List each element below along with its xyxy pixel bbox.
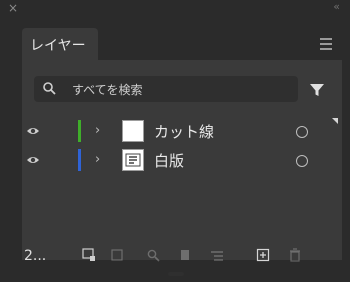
panel-tabbar: レイヤー — [0, 20, 350, 60]
chevron-right-icon[interactable]: › — [95, 123, 100, 138]
panel-titlebar: × « — [0, 0, 350, 20]
new-layer-icon[interactable] — [256, 248, 270, 262]
layer-thumbnail — [122, 120, 144, 142]
layer-color-bar — [78, 120, 81, 142]
search-icon — [43, 82, 56, 95]
collect-export-icon[interactable] — [82, 248, 96, 262]
locate-object-icon[interactable] — [110, 248, 124, 262]
target-circle-icon[interactable] — [296, 155, 308, 167]
filter-icon[interactable] — [309, 82, 325, 98]
panel-menu-icon[interactable] — [320, 38, 332, 53]
target-circle-icon[interactable] — [296, 126, 308, 138]
trash-icon[interactable] — [288, 248, 302, 262]
search-input[interactable]: すべてを検索 — [34, 76, 298, 102]
collapse-panel-icon[interactable]: « — [333, 1, 340, 13]
layer-thumbnail — [122, 149, 144, 171]
layer-name[interactable]: カット線 — [154, 121, 214, 142]
tab-layers-label: レイヤー — [30, 38, 86, 54]
clipping-mask-icon[interactable] — [178, 248, 192, 262]
chevron-right-icon[interactable]: › — [95, 152, 100, 167]
layer-count: 2... — [24, 248, 47, 264]
tab-layers[interactable]: レイヤー — [22, 28, 98, 60]
layer-color-bar — [78, 149, 81, 171]
layers-panel: すべてを検索 › カット線 › 白版 — [22, 60, 342, 260]
panel-footer: 2... — [0, 238, 350, 282]
layer-name[interactable]: 白版 — [154, 150, 184, 171]
eye-icon[interactable] — [26, 125, 40, 137]
resize-handle[interactable] — [168, 272, 184, 276]
eye-icon[interactable] — [26, 154, 40, 166]
new-sublayer-icon[interactable] — [210, 248, 224, 262]
search-placeholder: すべてを検索 — [72, 83, 143, 97]
layer-row[interactable]: › カット線 — [22, 120, 342, 142]
layer-row[interactable]: › 白版 — [22, 149, 342, 171]
search-locate-icon[interactable] — [146, 248, 160, 262]
close-icon[interactable]: × — [8, 2, 18, 14]
